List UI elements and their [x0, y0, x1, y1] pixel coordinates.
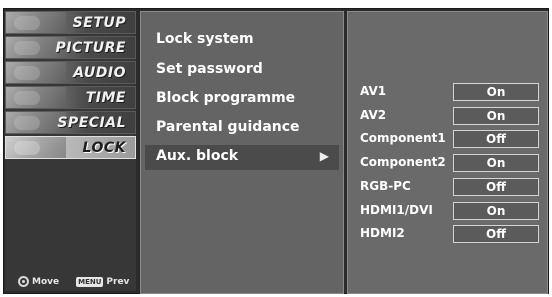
- tab-lock[interactable]: LOCK: [5, 136, 136, 159]
- hint-prev: Prev: [106, 276, 130, 287]
- aux-row-label: AV2: [360, 108, 387, 122]
- tab-special[interactable]: SPECIAL: [5, 111, 136, 134]
- aux-toggle-component1[interactable]: Off: [453, 130, 539, 148]
- audio-icon: [6, 62, 66, 83]
- aux-toggle-rgb-pc[interactable]: Off: [453, 178, 539, 196]
- aux-row-hdmi1-dvi: HDMI1/DVI On: [360, 202, 545, 220]
- aux-toggle-component2[interactable]: On: [453, 154, 539, 172]
- menu-key-icon: MENU: [76, 276, 104, 287]
- menu-item-label: Aux. block: [156, 148, 239, 164]
- aux-block-panel: AV1 On AV2 On Component1 Off Component2 …: [347, 11, 548, 294]
- tab-label: AUDIO: [73, 65, 126, 81]
- chevron-right-icon: ▶: [319, 149, 329, 163]
- time-icon: [6, 87, 66, 108]
- aux-row-label: AV1: [360, 84, 387, 98]
- aux-row-hdmi2: HDMI2 Off: [360, 225, 545, 243]
- tab-picture[interactable]: PICTURE: [5, 36, 136, 59]
- tab-label: LOCK: [82, 140, 126, 156]
- aux-row-label: HDMI2: [360, 226, 405, 240]
- aux-toggle-hdmi1-dvi[interactable]: On: [453, 202, 539, 220]
- menu-item-block-programme[interactable]: Block programme: [156, 90, 295, 106]
- menu-item-parental-guidance[interactable]: Parental guidance: [156, 119, 300, 135]
- aux-row-rgb-pc: RGB-PC Off: [360, 178, 545, 196]
- tab-label: SPECIAL: [57, 115, 126, 131]
- tab-time[interactable]: TIME: [5, 86, 136, 109]
- navigation-hint: Move MENU Prev: [18, 276, 129, 287]
- aux-row-label: RGB-PC: [360, 179, 411, 193]
- tab-label: TIME: [85, 90, 126, 106]
- aux-toggle-hdmi2[interactable]: Off: [453, 225, 539, 243]
- aux-toggle-av2[interactable]: On: [453, 107, 539, 125]
- tab-label: SETUP: [72, 15, 126, 31]
- move-icon: [18, 276, 29, 287]
- aux-row-component2: Component2 On: [360, 154, 545, 172]
- aux-row-label: Component1: [360, 131, 446, 145]
- aux-row-av1: AV1 On: [360, 83, 545, 101]
- aux-row-label: HDMI1/DVI: [360, 203, 433, 217]
- menu-item-aux-block[interactable]: Aux. block ▶: [145, 145, 339, 170]
- tab-audio[interactable]: AUDIO: [5, 61, 136, 84]
- aux-row-component1: Component1 Off: [360, 130, 545, 148]
- hint-move: Move: [32, 276, 60, 287]
- lock-menu-panel: Lock system Set password Block programme…: [140, 11, 344, 294]
- aux-toggle-av1[interactable]: On: [453, 83, 539, 101]
- menu-item-lock-system[interactable]: Lock system: [156, 31, 254, 47]
- setup-icon: [6, 12, 66, 33]
- aux-row-av2: AV2 On: [360, 107, 545, 125]
- category-tab-column: SETUP PICTURE AUDIO TIME SPECIAL LOCK: [5, 11, 136, 291]
- tab-setup[interactable]: SETUP: [5, 11, 136, 34]
- menu-item-set-password[interactable]: Set password: [156, 61, 263, 77]
- lock-icon: [6, 137, 66, 158]
- tab-label: PICTURE: [55, 40, 126, 56]
- aux-row-label: Component2: [360, 155, 446, 169]
